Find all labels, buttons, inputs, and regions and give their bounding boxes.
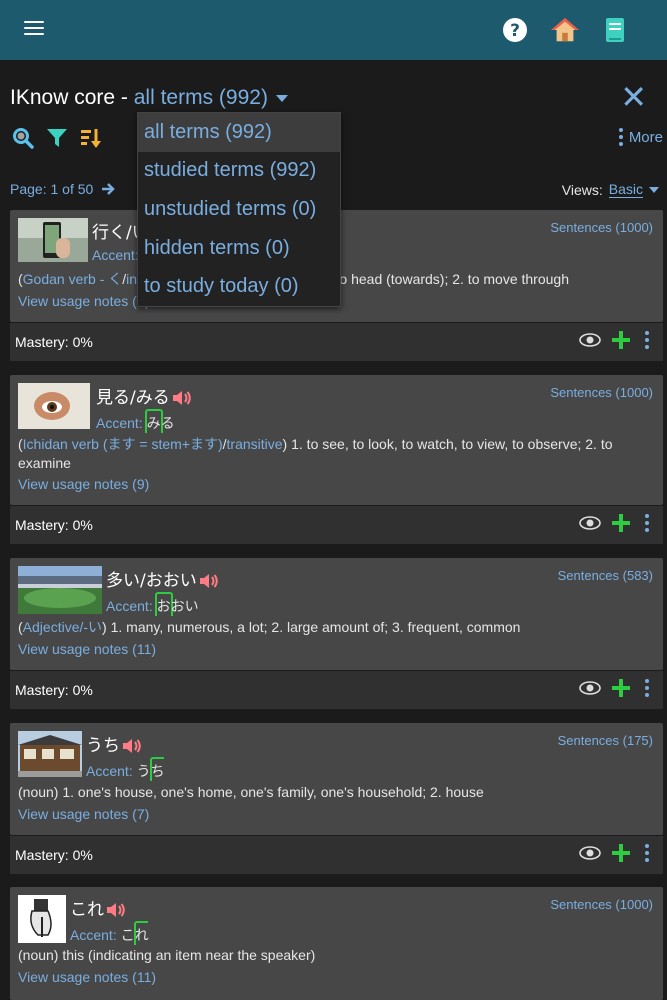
accent-pattern: Accent: おおい xyxy=(106,592,199,616)
mastery-text: Mastery: 0% xyxy=(15,517,93,533)
more-vertical-icon[interactable] xyxy=(641,844,653,862)
filter-option-hidden[interactable]: hidden terms (0) xyxy=(138,229,340,268)
accent-label: Accent: xyxy=(92,247,139,263)
term-card: 見る/みる Sentences (1000) Accent: みる (Ichid… xyxy=(10,375,663,505)
close-icon[interactable]: ✕ xyxy=(620,78,647,116)
pos-link[interactable]: Adjective/-い xyxy=(23,619,102,635)
mastery-bar: Mastery: 0% xyxy=(10,836,663,874)
filter-option-studied[interactable]: studied terms (992) xyxy=(138,152,340,191)
deck-name: IKnow core - xyxy=(10,86,128,109)
help-icon[interactable]: ? xyxy=(501,16,529,44)
term-image xyxy=(18,895,66,943)
search-icon[interactable] xyxy=(12,127,34,149)
more-vertical-icon[interactable] xyxy=(641,331,653,349)
add-icon[interactable] xyxy=(611,513,631,533)
eye-icon[interactable] xyxy=(579,515,601,531)
usage-notes-link[interactable]: View usage notes (11) xyxy=(18,969,156,985)
mastery-text: Mastery: 0% xyxy=(15,847,93,863)
sentences-link[interactable]: Sentences (1000) xyxy=(550,385,653,400)
eye-icon[interactable] xyxy=(579,332,601,348)
add-icon[interactable] xyxy=(611,330,631,350)
term-image xyxy=(18,383,90,429)
speaker-icon[interactable] xyxy=(199,573,219,589)
term-image xyxy=(18,731,82,777)
pager: Page: 1 of 50 xyxy=(10,181,116,197)
more-label: More xyxy=(628,128,663,146)
term-text: これ xyxy=(70,895,126,920)
views-select[interactable]: Basic xyxy=(608,181,643,198)
views-selector: Views: Basic xyxy=(562,181,659,198)
mastery-bar: Mastery: 0% xyxy=(10,323,663,361)
filter-option-unstudied[interactable]: unstudied terms (0) xyxy=(138,190,340,229)
page-indicator: Page: 1 of 50 xyxy=(10,181,94,197)
mastery-bar: Mastery: 0% xyxy=(10,506,663,544)
term-text: 多い/おおい xyxy=(106,566,219,591)
term-card: これ Sentences (1000) Accent: これ (noun) th… xyxy=(10,887,663,1000)
filter-icon[interactable] xyxy=(46,127,68,149)
definition: (noun) 1. one's house, one's home, one's… xyxy=(18,784,484,800)
sentences-link[interactable]: Sentences (175) xyxy=(558,733,653,748)
definition: (Ichidan verb (ます = stem+ます)/transitive)… xyxy=(18,436,613,471)
definition: (Adjective/-い) 1. many, numerous, a lot;… xyxy=(18,619,521,635)
term-text: うち xyxy=(86,731,142,756)
views-label: Views: xyxy=(561,181,603,198)
pos-link[interactable]: Godan verb - く xyxy=(23,271,123,287)
usage-notes-link[interactable]: View usage notes () xyxy=(18,293,150,309)
mastery-bar: Mastery: 0% xyxy=(10,671,663,709)
mastery-text: Mastery: 0% xyxy=(15,682,93,698)
pos-link[interactable]: transitive xyxy=(227,436,283,452)
more-vertical-icon[interactable] xyxy=(641,514,653,532)
eye-icon[interactable] xyxy=(579,680,601,696)
term-text: 見る/みる xyxy=(96,383,192,408)
menu-icon[interactable] xyxy=(24,21,44,37)
arrow-right-icon[interactable] xyxy=(101,182,116,196)
term-image xyxy=(18,566,102,614)
sentences-link[interactable]: Sentences (1000) xyxy=(550,220,653,235)
term-card: 多い/おおい Sentences (583) Accent: おおい (Adje… xyxy=(10,558,663,670)
top-app-bar: ? xyxy=(0,0,667,60)
usage-notes-link[interactable]: View usage notes (9) xyxy=(18,476,149,492)
accent-pattern: Accent: これ xyxy=(70,921,149,945)
svg-text:?: ? xyxy=(510,21,520,41)
more-menu-button[interactable]: More xyxy=(618,128,663,146)
speaker-icon[interactable] xyxy=(106,902,126,918)
more-vertical-icon[interactable] xyxy=(641,679,653,697)
accent-pattern: Accent: みる xyxy=(96,409,175,433)
chevron-down-icon[interactable] xyxy=(649,186,659,193)
sentences-link[interactable]: Sentences (1000) xyxy=(550,897,653,912)
speaker-icon[interactable] xyxy=(172,390,192,406)
sentences-link[interactable]: Sentences (583) xyxy=(558,568,653,583)
sort-icon[interactable] xyxy=(80,127,102,149)
book-icon[interactable] xyxy=(601,16,629,44)
accent-pattern: Accent: うち xyxy=(86,757,165,781)
term-filter-select[interactable]: all terms (992) xyxy=(134,86,288,109)
term-image xyxy=(18,218,88,262)
speaker-icon[interactable] xyxy=(122,738,142,754)
mastery-text: Mastery: 0% xyxy=(15,334,93,350)
pos-link[interactable]: Ichidan verb (ます = stem+ます) xyxy=(23,436,223,452)
home-icon[interactable] xyxy=(551,16,579,44)
more-vertical-icon xyxy=(618,128,623,146)
filter-option-all[interactable]: all terms (992) xyxy=(138,113,340,152)
add-icon[interactable] xyxy=(611,678,631,698)
term-card: うち Sentences (175) Accent: うち (noun) 1. … xyxy=(10,723,663,835)
definition: (noun) this (indicating an item near the… xyxy=(18,947,316,963)
usage-notes-link[interactable]: View usage notes (7) xyxy=(18,806,149,822)
add-icon[interactable] xyxy=(611,843,631,863)
term-filter-dropdown: all terms (992) studied terms (992) unst… xyxy=(137,112,341,307)
eye-icon[interactable] xyxy=(579,845,601,861)
filter-option-study-today[interactable]: to study today (0) xyxy=(138,267,340,306)
page-title: IKnow core - all terms (992) xyxy=(10,86,288,110)
chevron-down-icon xyxy=(275,94,288,102)
usage-notes-link[interactable]: View usage notes (11) xyxy=(18,641,156,657)
